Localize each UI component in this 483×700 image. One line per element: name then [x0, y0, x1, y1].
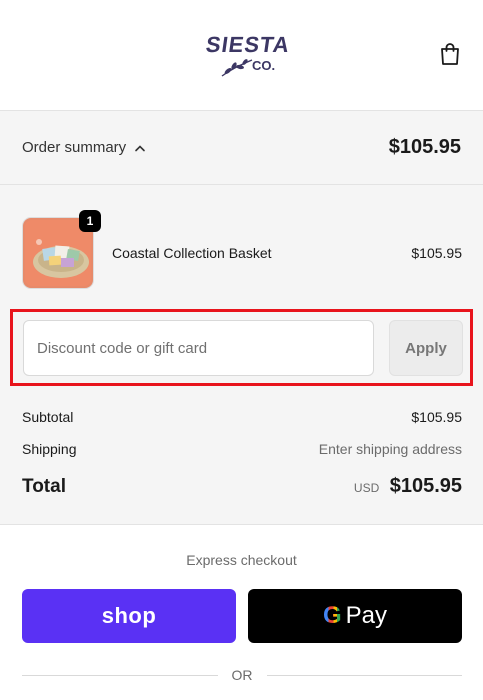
google-pay-button[interactable]: G Pay [248, 589, 462, 643]
cart-button[interactable] [438, 41, 462, 67]
order-summary-toggle[interactable]: Order summary $105.95 [0, 111, 483, 185]
divider-line-left [22, 674, 218, 676]
or-divider: OR [22, 667, 462, 683]
subtotal-value: $105.95 [411, 409, 462, 425]
discount-code-input[interactable] [23, 320, 374, 376]
checkout-header: SIESTA CO. [0, 0, 483, 111]
order-summary-label-group: Order summary [22, 139, 146, 156]
leaf-branch-icon [221, 59, 253, 77]
shop-pay-button[interactable]: shop [22, 589, 236, 643]
shipping-value: Enter shipping address [318, 441, 462, 457]
google-pay-label: Pay [345, 602, 388, 629]
shop-pay-label: shop [101, 603, 157, 628]
order-summary-total: $105.95 [388, 136, 461, 158]
line-item: 1 Coastal Collection Basket $105.95 [22, 210, 462, 289]
total-amount-group: USD $105.95 [354, 475, 462, 498]
total-value: $105.95 [389, 475, 462, 497]
order-summary-label: Order summary [22, 139, 127, 156]
total-label: Total [22, 475, 66, 497]
chevron-up-icon [135, 144, 145, 151]
discount-section-highlight: Apply [10, 309, 473, 386]
cost-breakdown: Subtotal $105.95 Shipping Enter shipping… [22, 401, 462, 498]
product-thumbnail: 1 [22, 210, 101, 289]
subtotal-label: Subtotal [22, 409, 74, 425]
product-name: Coastal Collection Basket [112, 245, 272, 261]
order-summary-panel: 1 Coastal Collection Basket $105.95 Appl… [0, 185, 483, 525]
shipping-row: Shipping Enter shipping address [22, 433, 462, 465]
quantity-badge: 1 [79, 210, 101, 232]
total-row: Total USD $105.95 [22, 475, 462, 498]
shopping-bag-icon [441, 43, 459, 65]
or-label: OR [231, 667, 253, 683]
google-g-icon: G [322, 602, 342, 629]
shipping-label: Shipping [22, 441, 77, 457]
logo-wordmark: SIESTA [204, 32, 292, 57]
apply-discount-button[interactable]: Apply [389, 320, 463, 376]
express-checkout-heading: Express checkout [186, 552, 297, 568]
product-price: $105.95 [411, 245, 462, 261]
logo-subword: CO. [252, 58, 276, 73]
currency-code: USD [353, 481, 380, 495]
divider-line-right [266, 674, 462, 676]
subtotal-row: Subtotal $105.95 [22, 401, 462, 433]
siesta-co-logo[interactable]: SIESTA CO. [204, 30, 292, 82]
